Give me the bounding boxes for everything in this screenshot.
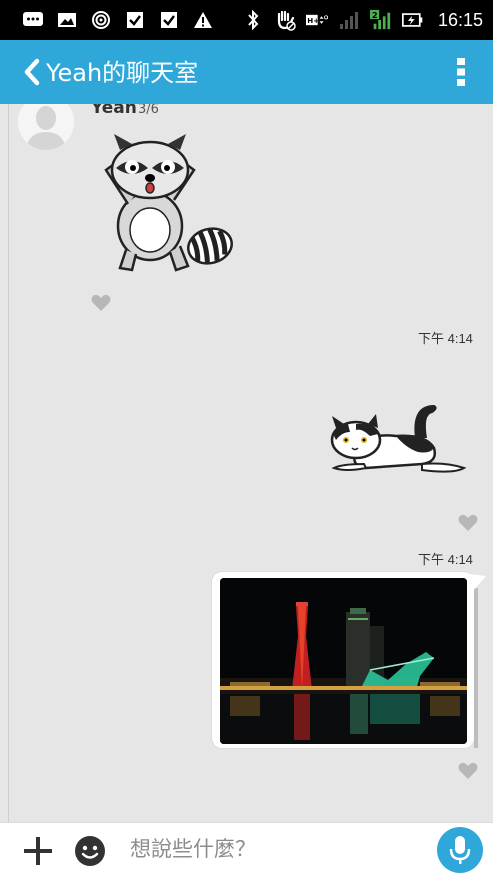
chat-screen: H+ 2 16:15 Yeah的聊天室 Yeah 3/6 下午 4:14 下午 …	[0, 0, 493, 875]
hand-icon	[274, 9, 296, 31]
like-icon[interactable]	[91, 294, 111, 312]
microphone-icon	[449, 836, 471, 864]
message-composer	[0, 822, 493, 875]
divider	[8, 104, 9, 822]
sender-name: Yeah	[91, 104, 137, 118]
svg-text:H+: H+	[307, 16, 319, 25]
page-title: Yeah的聊天室	[46, 59, 199, 87]
avatar[interactable]	[18, 104, 74, 150]
message-timestamp: 下午 4:14	[418, 552, 473, 567]
chat-message-list[interactable]: Yeah 3/6 下午 4:14 下午 4:14	[0, 104, 493, 822]
hotspot-icon	[90, 9, 112, 31]
sender-read-count: 3/6	[138, 104, 159, 117]
checkbox-icon	[124, 9, 146, 31]
like-icon[interactable]	[458, 762, 478, 780]
chevron-left-icon	[24, 58, 40, 86]
bubble-edge	[474, 588, 478, 748]
like-icon[interactable]	[458, 514, 478, 532]
warning-icon	[192, 9, 214, 31]
more-vert-icon	[457, 58, 465, 86]
plus-icon	[24, 837, 52, 865]
raccoon-sticker[interactable]	[98, 134, 234, 274]
cat-sticker[interactable]	[326, 402, 468, 476]
message-timestamp: 下午 4:14	[418, 331, 473, 346]
status-time: 16:15	[437, 9, 483, 30]
sticker-button[interactable]	[74, 835, 106, 867]
svg-text:2: 2	[372, 10, 378, 20]
voice-input-button[interactable]	[437, 827, 483, 873]
checkbox-icon	[158, 9, 180, 31]
overflow-menu-button[interactable]	[445, 54, 477, 90]
chat-bubble-icon	[22, 9, 44, 31]
image-icon	[56, 9, 78, 31]
status-bar: H+ 2 16:15	[0, 0, 493, 40]
person-icon	[18, 104, 74, 150]
battery-charging-icon	[401, 9, 424, 31]
emoji-icon	[75, 836, 105, 866]
message-input[interactable]	[126, 831, 424, 867]
network-hplus-icon: H+	[305, 9, 328, 31]
add-attachment-button[interactable]	[22, 835, 54, 867]
app-bar: Yeah的聊天室	[0, 40, 493, 104]
signal-icon	[338, 9, 360, 31]
night-harbor-photo[interactable]	[220, 578, 467, 744]
bubble-tail	[470, 574, 488, 594]
bluetooth-icon	[242, 9, 264, 31]
signal-2-icon: 2	[369, 9, 392, 31]
